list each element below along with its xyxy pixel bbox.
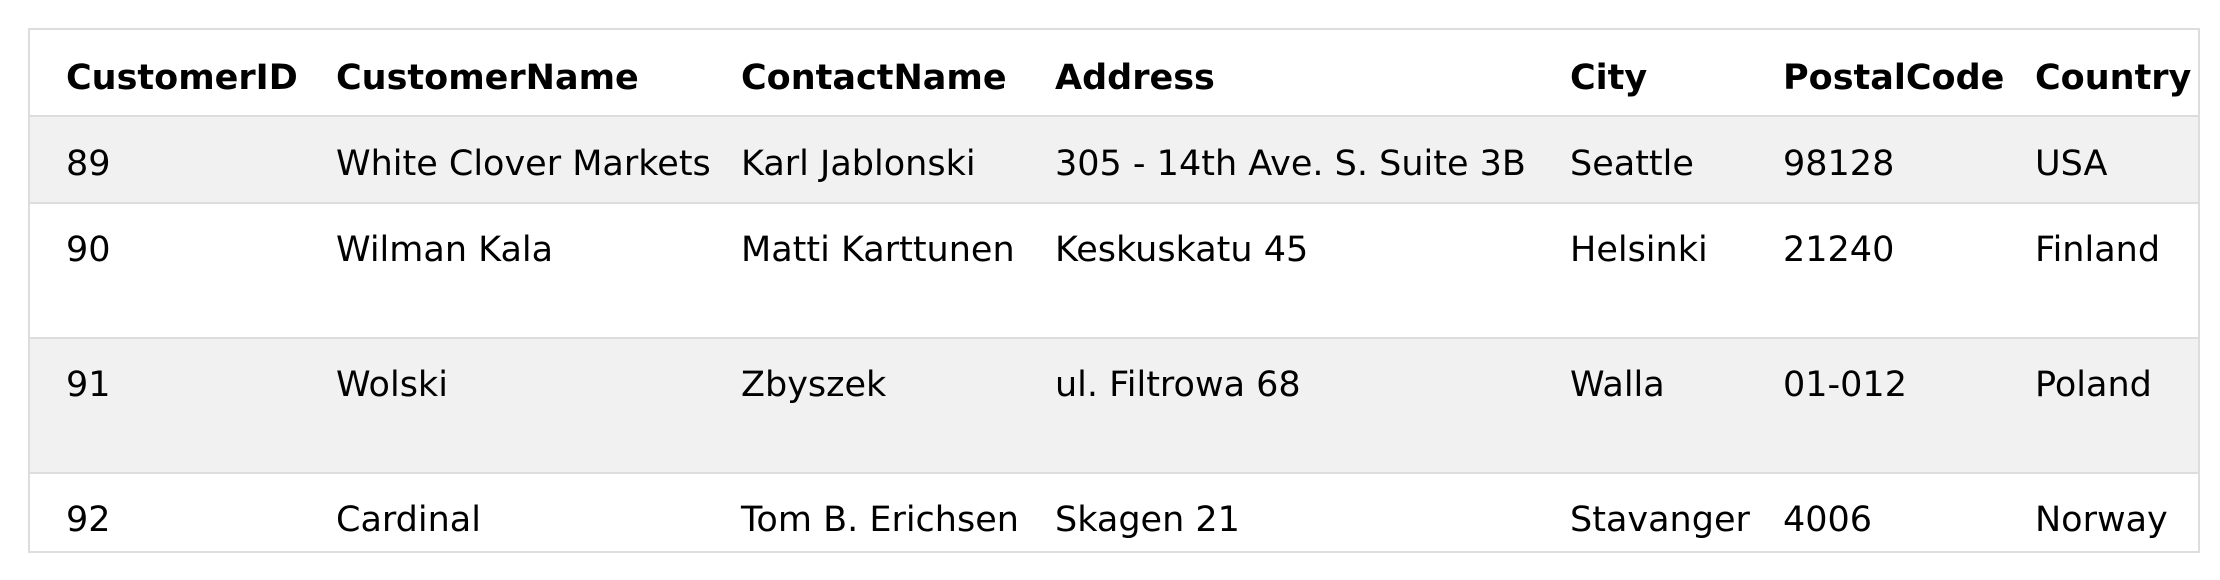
cell-city: Helsinki	[1570, 230, 1708, 270]
header-postalcode: PostalCode	[1783, 58, 2005, 98]
cell-country: Norway	[2035, 500, 2168, 540]
cell-contactname: Matti Karttunen	[741, 230, 1015, 270]
cell-city: Stavanger	[1570, 500, 1750, 540]
header-country: Country	[2035, 58, 2192, 98]
cell-address: 305 - 14th Ave. S. Suite 3B	[1055, 144, 1526, 184]
table-row: 90 Wilman Kala Matti Karttunen Keskuskat…	[30, 202, 2198, 337]
cell-country: Poland	[2035, 365, 2152, 405]
header-address: Address	[1055, 58, 1215, 98]
cell-postalcode: 98128	[1783, 144, 1895, 184]
customers-table: CustomerID CustomerName ContactName Addr…	[28, 28, 2200, 553]
cell-contactname: Karl Jablonski	[741, 144, 976, 184]
cell-customerid: 89	[66, 144, 111, 184]
cell-address: Skagen 21	[1055, 500, 1240, 540]
cell-address: Keskuskatu 45	[1055, 230, 1309, 270]
cell-country: USA	[2035, 144, 2108, 184]
header-customerid: CustomerID	[66, 58, 298, 98]
cell-customername: Cardinal	[336, 500, 481, 540]
cell-customername: Wilman Kala	[336, 230, 554, 270]
cell-postalcode: 21240	[1783, 230, 1895, 270]
cell-customerid: 90	[66, 230, 111, 270]
table-row: 91 Wolski Zbyszek ul. Filtrowa 68 Walla …	[30, 337, 2198, 472]
table-row: 89 White Clover Markets Karl Jablonski 3…	[30, 115, 2198, 202]
cell-country: Finland	[2035, 230, 2161, 270]
cell-postalcode: 01-012	[1783, 365, 1907, 405]
cell-contactname: Zbyszek	[741, 365, 887, 405]
table-row: 92 Cardinal Tom B. Erichsen Skagen 21 St…	[30, 472, 2198, 551]
cell-customerid: 92	[66, 500, 111, 540]
header-contactname: ContactName	[741, 58, 1007, 98]
cell-contactname: Tom B. Erichsen	[741, 500, 1019, 540]
cell-city: Seattle	[1570, 144, 1694, 184]
cell-postalcode: 4006	[1783, 500, 1873, 540]
cell-customername: Wolski	[336, 365, 448, 405]
cell-customerid: 91	[66, 365, 111, 405]
header-customername: CustomerName	[336, 58, 639, 98]
header-city: City	[1570, 58, 1648, 98]
cell-address: ul. Filtrowa 68	[1055, 365, 1301, 405]
cell-city: Walla	[1570, 365, 1665, 405]
cell-customername: White Clover Markets	[336, 144, 711, 184]
